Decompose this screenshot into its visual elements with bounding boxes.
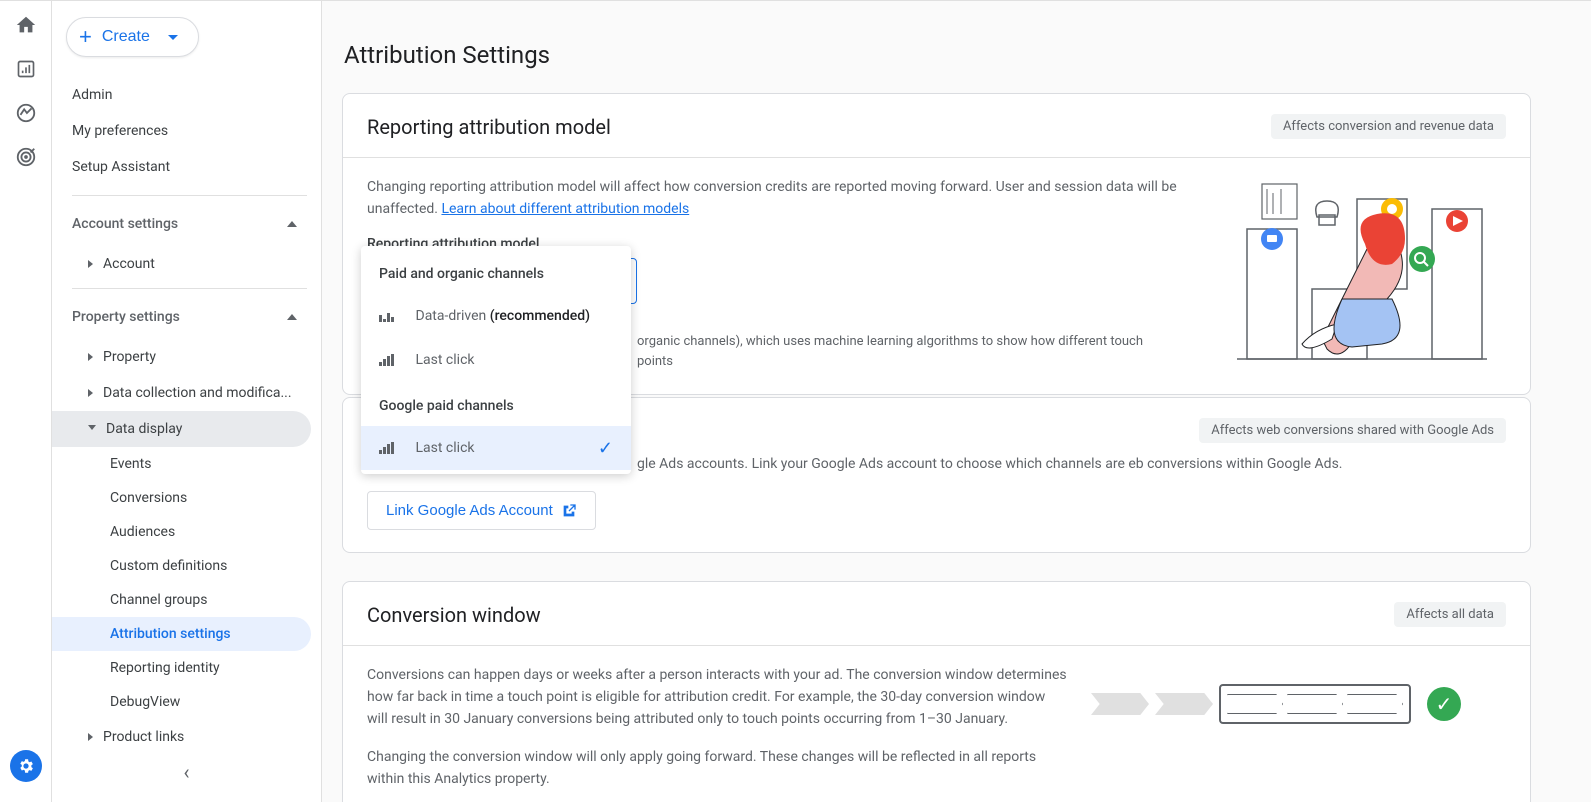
chevron-up-icon bbox=[287, 314, 297, 320]
create-label: Create bbox=[102, 28, 150, 46]
nav-admin[interactable]: Admin bbox=[52, 77, 321, 113]
nav-attribution-settings[interactable]: Attribution settings bbox=[52, 617, 311, 651]
bars-icon bbox=[379, 354, 394, 366]
chevron-up-icon bbox=[287, 221, 297, 227]
caret-down-icon bbox=[88, 425, 96, 434]
nav-conversions[interactable]: Conversions bbox=[52, 481, 321, 515]
card-title: Conversion window bbox=[367, 603, 541, 627]
open-external-icon bbox=[561, 503, 577, 519]
caret-right-icon bbox=[88, 389, 93, 397]
main-content: Attribution Settings Reporting attributi… bbox=[322, 1, 1591, 802]
check-icon: ✓ bbox=[598, 438, 613, 459]
learn-link[interactable]: Learn about different attribution models bbox=[441, 201, 689, 217]
account-settings-header[interactable]: Account settings bbox=[52, 202, 321, 246]
nav-property[interactable]: Property bbox=[52, 339, 321, 375]
nav-product-links[interactable]: Product links bbox=[52, 719, 321, 755]
conversion-window-card: Conversion window Affects all data Conve… bbox=[342, 581, 1531, 802]
option-data-driven[interactable]: Data-driven (recommended) bbox=[361, 294, 631, 338]
nav-events[interactable]: Events bbox=[52, 447, 321, 481]
bars-icon bbox=[379, 310, 394, 322]
affects-badge: Affects conversion and revenue data bbox=[1271, 114, 1506, 139]
property-settings-header[interactable]: Property settings bbox=[52, 295, 321, 339]
option-last-click-organic[interactable]: Last click bbox=[361, 338, 631, 382]
illustration bbox=[1217, 176, 1506, 372]
nav-channel-groups[interactable]: Channel groups bbox=[52, 583, 321, 617]
nav-reporting-identity[interactable]: Reporting identity bbox=[52, 651, 321, 685]
page-title: Attribution Settings bbox=[344, 41, 1531, 69]
nav-debugview[interactable]: DebugView bbox=[52, 685, 321, 719]
collapse-sidebar-icon[interactable]: ‹ bbox=[183, 760, 189, 784]
conversion-window-desc-2: Changing the conversion window will only… bbox=[367, 746, 1067, 790]
nav-data-collection[interactable]: Data collection and modifica... bbox=[52, 375, 321, 411]
card-description: Changing reporting attribution model wil… bbox=[367, 176, 1197, 220]
conversion-window-illustration: ✓ bbox=[1091, 664, 1506, 724]
attribution-model-dropdown: Paid and organic channels Data-driven (r… bbox=[361, 246, 631, 474]
check-circle-icon: ✓ bbox=[1427, 687, 1461, 721]
reporting-attribution-card: Reporting attribution model Affects conv… bbox=[342, 93, 1531, 395]
conversion-window-desc-1: Conversions can happen days or weeks aft… bbox=[367, 664, 1067, 730]
dropdown-section-header: Paid and organic channels bbox=[361, 250, 631, 294]
explore-icon[interactable] bbox=[14, 101, 38, 125]
nav-account[interactable]: Account bbox=[52, 246, 321, 282]
nav-data-display[interactable]: Data display bbox=[52, 411, 311, 447]
home-icon[interactable] bbox=[14, 13, 38, 37]
nav-setup-assistant[interactable]: Setup Assistant bbox=[52, 149, 321, 185]
affects-badge: Affects web conversions shared with Goog… bbox=[1199, 418, 1506, 443]
left-icon-rail bbox=[0, 1, 52, 802]
caret-right-icon bbox=[88, 353, 93, 361]
dropdown-section-header: Google paid channels bbox=[361, 382, 631, 426]
bars-icon bbox=[379, 442, 394, 454]
admin-gear-icon[interactable] bbox=[10, 750, 42, 782]
plus-icon: + bbox=[79, 26, 92, 48]
caret-right-icon bbox=[88, 260, 93, 268]
nav-my-preferences[interactable]: My preferences bbox=[52, 113, 321, 149]
link-google-ads-button[interactable]: Link Google Ads Account bbox=[367, 491, 596, 530]
caret-right-icon bbox=[88, 733, 93, 741]
advertising-icon[interactable] bbox=[14, 145, 38, 169]
caret-down-icon bbox=[168, 35, 178, 40]
reports-icon[interactable] bbox=[14, 57, 38, 81]
create-button[interactable]: + Create bbox=[66, 17, 199, 57]
option-last-click-paid[interactable]: Last click ✓ bbox=[361, 426, 631, 470]
admin-sidebar: + Create Admin My preferences Setup Assi… bbox=[52, 1, 322, 802]
nav-audiences[interactable]: Audiences bbox=[52, 515, 321, 549]
nav-custom-definitions[interactable]: Custom definitions bbox=[52, 549, 321, 583]
card-title: Reporting attribution model bbox=[367, 115, 611, 139]
affects-badge: Affects all data bbox=[1394, 602, 1506, 627]
